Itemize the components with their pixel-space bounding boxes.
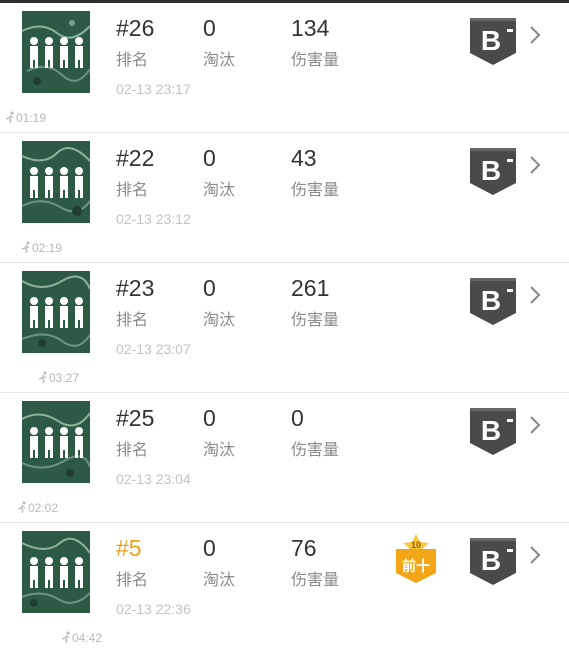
grade-b-icon: B xyxy=(467,15,519,67)
running-man-icon xyxy=(38,371,47,383)
rank-value: #5 xyxy=(116,535,142,561)
damage-label: 伤害量 xyxy=(291,572,340,589)
match-time: 02-13 23:07 xyxy=(116,341,191,357)
damage-label: 伤害量 xyxy=(291,442,340,459)
match-duration: 01:19 xyxy=(4,111,46,125)
duration-text: 02:02 xyxy=(28,501,59,515)
damage-label: 伤害量 xyxy=(291,182,340,199)
damage-value: 134 xyxy=(291,15,330,41)
running-man-icon xyxy=(61,631,70,643)
running-man-icon xyxy=(21,241,30,253)
match-duration: 02:02 xyxy=(16,501,58,515)
damage-value: 76 xyxy=(291,535,317,561)
match-row[interactable]: #5 0 76 排名 淘汰 伤害量 02-13 22:36 10 前十 B 04… xyxy=(0,523,569,653)
rank-value: #22 xyxy=(116,145,155,171)
match-time: 02-13 23:12 xyxy=(116,211,191,227)
kills-label: 淘汰 xyxy=(203,442,236,459)
match-row[interactable]: #23 0 261 排名 淘汰 伤害量 02-13 23:07 B 03:27 xyxy=(0,263,569,393)
grade-letter: B xyxy=(481,285,501,316)
medal-label: 前十 xyxy=(402,558,430,574)
chevron-right-icon[interactable] xyxy=(527,543,543,567)
grade-letter: B xyxy=(481,155,501,186)
match-time: 02-13 23:04 xyxy=(116,471,191,487)
medal-number: 10 xyxy=(411,540,421,550)
map-squad-icon xyxy=(22,141,90,223)
match-row[interactable]: #25 0 0 排名 淘汰 伤害量 02-13 23:04 B 02:02 xyxy=(0,393,569,523)
map-squad-icon xyxy=(22,401,90,483)
running-man-icon xyxy=(17,501,26,513)
kills-value: 0 xyxy=(203,15,216,41)
damage-label: 伤害量 xyxy=(291,312,340,329)
duration-text: 04:42 xyxy=(72,631,103,645)
match-time: 02-13 22:36 xyxy=(116,601,191,617)
kills-value: 0 xyxy=(203,145,216,171)
damage-value: 43 xyxy=(291,145,317,171)
rank-label: 排名 xyxy=(116,442,149,459)
rank-value: #23 xyxy=(116,275,155,301)
kills-label: 淘汰 xyxy=(203,312,236,329)
damage-value: 261 xyxy=(291,275,330,301)
duration-text: 02:19 xyxy=(32,241,63,255)
grade-b-icon: B xyxy=(467,535,519,587)
match-duration: 04:42 xyxy=(60,631,102,645)
damage-value: 0 xyxy=(291,405,304,431)
rank-label: 排名 xyxy=(116,52,149,69)
kills-value: 0 xyxy=(203,535,216,561)
rank-label: 排名 xyxy=(116,312,149,329)
grade-letter: B xyxy=(481,415,501,446)
duration-text: 01:19 xyxy=(16,111,47,125)
kills-label: 淘汰 xyxy=(203,52,236,69)
rank-value: #26 xyxy=(116,15,155,41)
rank-label: 排名 xyxy=(116,572,149,589)
chevron-right-icon[interactable] xyxy=(527,283,543,307)
damage-label: 伤害量 xyxy=(291,52,340,69)
grade-letter: B xyxy=(481,545,501,576)
grade-b-icon: B xyxy=(467,145,519,197)
rank-value: #25 xyxy=(116,405,155,431)
running-man-icon xyxy=(5,111,14,123)
grade-b-icon: B xyxy=(467,275,519,327)
kills-value: 0 xyxy=(203,275,216,301)
chevron-right-icon[interactable] xyxy=(527,413,543,437)
match-row[interactable]: #26 0 134 排名 淘汰 伤害量 02-13 23:17 B 01:19 xyxy=(0,3,569,133)
map-squad-icon xyxy=(22,11,90,93)
kills-value: 0 xyxy=(203,405,216,431)
map-squad-icon xyxy=(22,271,90,353)
duration-text: 03:27 xyxy=(49,371,80,385)
chevron-right-icon[interactable] xyxy=(527,23,543,47)
match-duration: 03:27 xyxy=(37,371,79,385)
map-squad-icon xyxy=(22,531,90,613)
kills-label: 淘汰 xyxy=(203,572,236,589)
rank-label: 排名 xyxy=(116,182,149,199)
match-row[interactable]: #22 0 43 排名 淘汰 伤害量 02-13 23:12 B 02:19 xyxy=(0,133,569,263)
grade-b-icon: B xyxy=(467,405,519,457)
top-ten-medal-icon: 10 前十 xyxy=(392,533,440,585)
match-history-list: #26 0 134 排名 淘汰 伤害量 02-13 23:17 B 01:19 xyxy=(0,3,569,653)
kills-label: 淘汰 xyxy=(203,182,236,199)
match-duration: 02:19 xyxy=(20,241,62,255)
grade-letter: B xyxy=(481,25,501,56)
chevron-right-icon[interactable] xyxy=(527,153,543,177)
match-time: 02-13 23:17 xyxy=(116,81,191,97)
